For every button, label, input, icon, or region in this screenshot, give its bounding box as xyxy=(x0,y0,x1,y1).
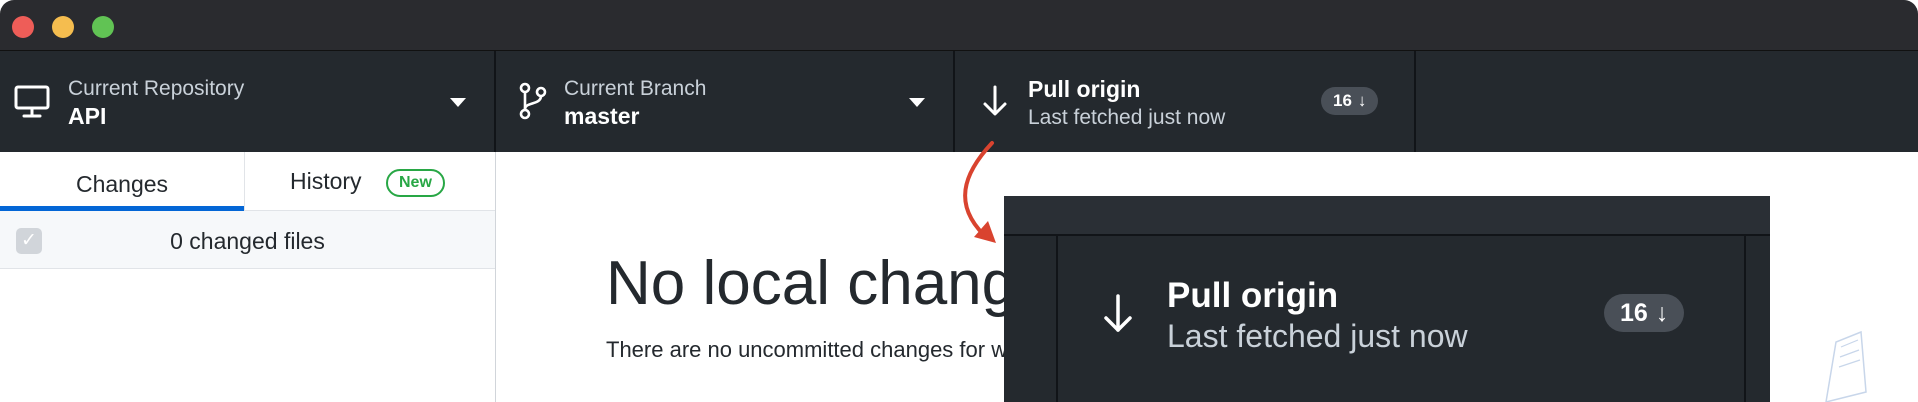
toolbar-divider xyxy=(1744,236,1746,402)
arrow-down-icon: ↓ xyxy=(1655,299,1669,327)
callout-pull-origin-label: Pull origin xyxy=(1167,276,1339,315)
zoomed-pull-origin-callout: Pull origin Last fetched just now 16 ↓ xyxy=(1004,196,1770,402)
page-title: No local chang xyxy=(606,249,1017,318)
callout-toolbar-strip xyxy=(1004,196,1770,236)
repository-label: Current Repository xyxy=(68,77,245,100)
callout-incoming-commits-count: 16 xyxy=(1620,299,1648,327)
chevron-down-icon xyxy=(450,98,466,107)
arrow-down-icon xyxy=(1104,294,1132,332)
callout-incoming-commits-badge: 16 ↓ xyxy=(1604,294,1685,332)
minimize-window-button[interactable] xyxy=(52,16,74,38)
sidebar: Changes History New ✓ 0 changed files xyxy=(0,152,496,402)
sidebar-tabs: Changes History New xyxy=(0,152,495,211)
current-branch-dropdown[interactable]: Current Branch master xyxy=(496,51,955,152)
current-repository-dropdown[interactable]: Current Repository API xyxy=(0,51,496,152)
tab-changes[interactable]: Changes xyxy=(0,152,245,211)
app-window: Current Repository API Current Branch ma… xyxy=(0,0,1918,402)
incoming-commits-count: 16 xyxy=(1333,91,1352,110)
chevron-down-icon xyxy=(909,98,925,107)
close-window-button[interactable] xyxy=(12,16,34,38)
changed-files-count: 0 changed files xyxy=(170,228,325,254)
desktop-icon xyxy=(14,85,50,118)
tab-changes-label: Changes xyxy=(75,171,169,197)
incoming-commits-badge: 16 ↓ xyxy=(1321,87,1379,115)
arrow-down-icon: ↓ xyxy=(1357,91,1367,110)
branch-name: master xyxy=(564,103,640,129)
title-bar xyxy=(0,0,1918,51)
callout-last-fetched-status: Last fetched just now xyxy=(1167,318,1468,354)
pull-origin-label: Pull origin xyxy=(1028,76,1141,102)
zoom-window-button[interactable] xyxy=(92,16,114,38)
tab-history[interactable]: History New xyxy=(245,152,495,211)
git-branch-icon xyxy=(519,82,547,120)
new-badge: New xyxy=(386,169,445,197)
arrow-down-icon xyxy=(983,85,1007,116)
last-fetched-status: Last fetched just now xyxy=(1028,106,1226,129)
branch-label: Current Branch xyxy=(564,77,707,100)
tab-history-label: History xyxy=(290,168,362,194)
pull-origin-button[interactable]: Pull origin Last fetched just now 16 ↓ xyxy=(955,51,1416,152)
repository-name: API xyxy=(68,103,107,129)
changed-files-header: ✓ 0 changed files xyxy=(0,211,495,269)
toolbar-divider xyxy=(1056,236,1058,402)
illustration-icon xyxy=(1825,330,1867,402)
